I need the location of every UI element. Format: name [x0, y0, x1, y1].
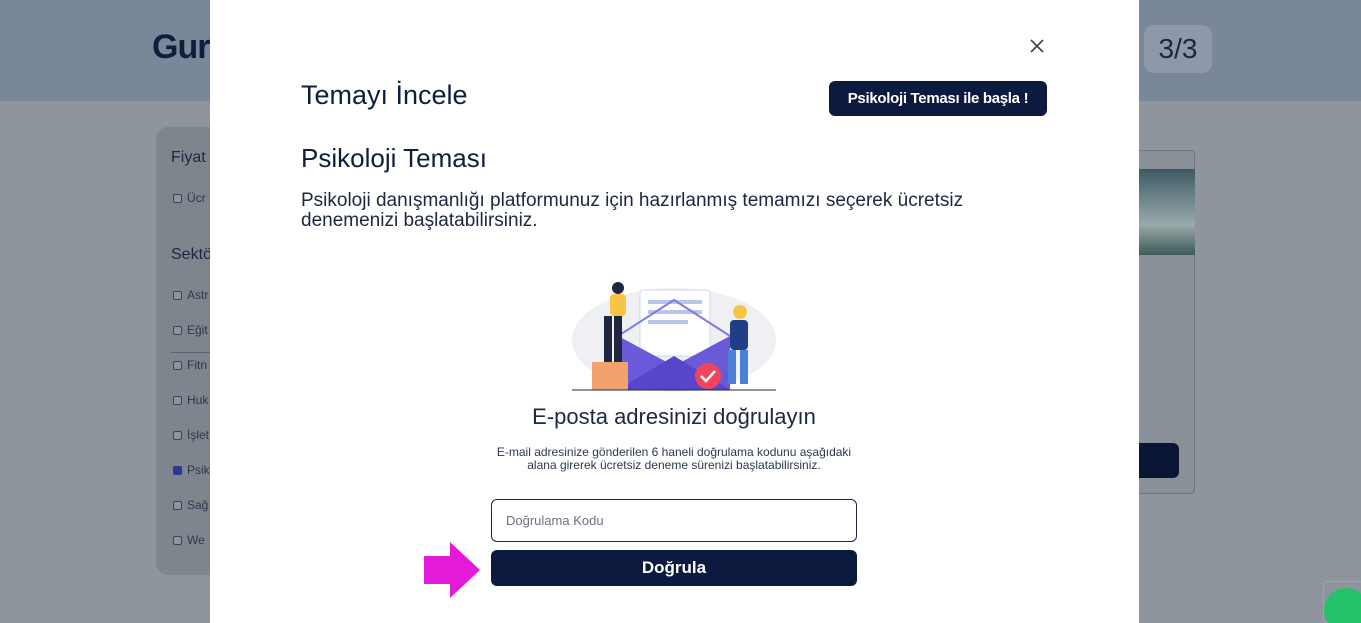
- price-section-title: Fiyat: [171, 149, 206, 166]
- filter-label: Huk: [187, 393, 209, 407]
- sector-filter-item: Psik: [173, 463, 210, 477]
- checkbox-icon: [173, 535, 182, 545]
- checkbox-checked-icon: [173, 465, 182, 475]
- verify-title: E-posta adresinizi doğrulayın: [532, 404, 816, 429]
- filter-label: Psik: [187, 463, 210, 477]
- checkbox-icon: [173, 430, 182, 440]
- verify-description: E-mail adresinize gönderilen 6 haneli do…: [496, 445, 852, 472]
- checkbox-icon: [173, 290, 182, 300]
- verification-code-input[interactable]: [491, 499, 857, 542]
- checkbox-icon: [173, 395, 182, 405]
- sector-filter-item: Huk: [173, 393, 208, 407]
- close-icon[interactable]: [1027, 36, 1047, 56]
- theme-card-image: [1137, 169, 1195, 255]
- step-indicator: 3/3: [1144, 25, 1212, 73]
- theme-description: Psikoloji danışmanlığı platformunuz için…: [301, 190, 964, 231]
- sector-filter-item: Sağ: [173, 498, 208, 512]
- sector-filter-item: Fitn: [173, 358, 207, 372]
- sector-filter-item: Eğit: [173, 323, 208, 337]
- checkbox-icon: [173, 360, 182, 370]
- arrow-right-icon: [424, 542, 480, 598]
- theme-card-button: [1137, 443, 1179, 478]
- site-logo: Gur: [152, 28, 210, 66]
- price-filter-item: Ücr: [173, 191, 206, 205]
- filter-label: Eğit: [187, 323, 208, 337]
- filter-label: İşlet: [187, 428, 210, 442]
- sector-filter-item: We: [173, 533, 205, 547]
- email-verification-illustration: [572, 282, 776, 392]
- filter-label: Astr: [187, 288, 209, 302]
- checkbox-icon: [173, 193, 182, 203]
- sector-section-title: Sektö: [171, 246, 212, 263]
- filter-label: Ücr: [187, 191, 206, 205]
- sector-filter-item: İşlet: [173, 428, 209, 442]
- theme-card: [1136, 150, 1195, 494]
- start-theme-button[interactable]: Psikoloji Teması ile başla !: [829, 81, 1047, 116]
- filter-label: We: [187, 533, 205, 547]
- filter-label: Fitn: [187, 358, 208, 372]
- theme-name: Psikoloji Teması: [301, 143, 487, 173]
- checkbox-icon: [173, 500, 182, 510]
- verify-button[interactable]: Doğrula: [491, 550, 857, 586]
- modal-title: Temayı İncele: [301, 80, 468, 110]
- filter-label: Sağ: [187, 498, 209, 512]
- sector-filter-item: Astr: [173, 288, 208, 302]
- checkbox-icon: [173, 325, 182, 335]
